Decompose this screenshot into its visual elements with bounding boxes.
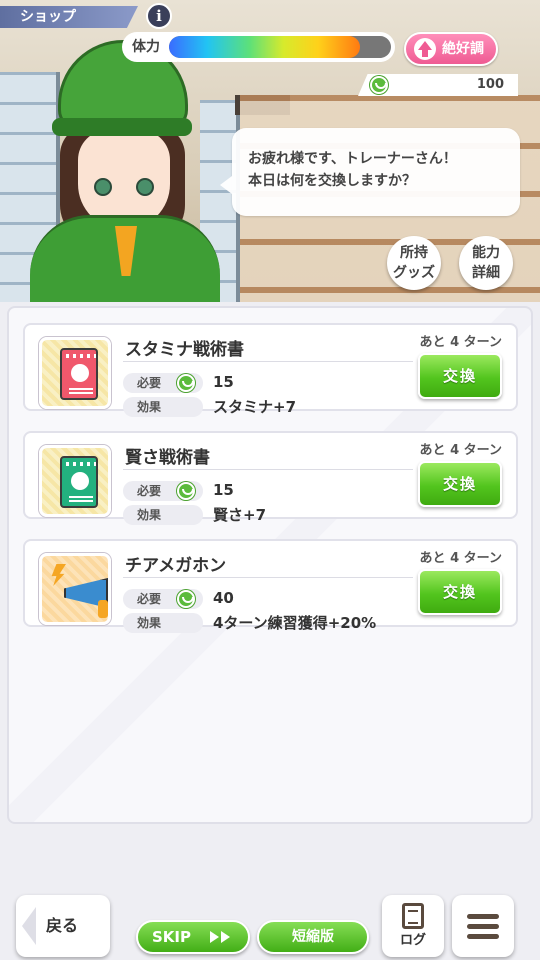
coin-count: 100 bbox=[476, 77, 504, 92]
shopkeeper-character bbox=[30, 30, 220, 302]
green-book-icon bbox=[60, 456, 98, 508]
speech-bubble: お疲れ様です、トレーナーさん！ 本日は何を交換しますか？ bbox=[220, 128, 520, 216]
coin-icon bbox=[177, 590, 195, 608]
skip-label: SKIP bbox=[152, 928, 192, 946]
turns-left: あと 4 ターン bbox=[419, 443, 502, 458]
ability-label-2: 詳細 bbox=[472, 265, 500, 281]
menu-icon-bar bbox=[467, 914, 499, 919]
divider bbox=[123, 577, 413, 578]
info-icon[interactable]: i bbox=[146, 3, 172, 29]
coin-icon bbox=[177, 374, 195, 392]
character-eye bbox=[94, 178, 112, 196]
log-document-icon bbox=[402, 903, 424, 929]
turns-left: あと 4 ターン bbox=[419, 335, 502, 350]
exchange-button[interactable]: 交換 bbox=[418, 461, 502, 507]
shop-scene: ショップ i 体力 絶好調 100 お疲れ様です、トレーナーさん！ 本日は何を交… bbox=[0, 0, 540, 302]
dialogue-line-2: 本日は何を交換しますか？ bbox=[248, 173, 416, 189]
cost-value: 15 bbox=[213, 481, 234, 499]
red-book-icon bbox=[60, 348, 98, 400]
shop-item: 賢さ戦術書 あと 4 ターン 必要 15 効果 賢さ+7 交換 bbox=[23, 431, 518, 525]
skip-button[interactable]: SKIP bbox=[136, 920, 250, 954]
effect-label: 効果 bbox=[123, 397, 203, 417]
effect-value: スタミナ+7 bbox=[213, 398, 297, 416]
cost-label: 必要 bbox=[123, 373, 203, 393]
character-cap-band bbox=[52, 118, 192, 136]
mood-badge[interactable]: 絶好調 bbox=[404, 32, 498, 66]
book-lines bbox=[69, 496, 93, 502]
book-rings bbox=[66, 354, 96, 358]
cost-label: 必要 bbox=[123, 481, 203, 501]
effect-label: 効果 bbox=[123, 505, 203, 525]
fast-forward-icon bbox=[210, 931, 234, 943]
cost-text: 必要 bbox=[137, 592, 162, 606]
item-thumbnail bbox=[39, 445, 111, 517]
divider bbox=[123, 469, 413, 470]
bolt-icon bbox=[51, 564, 66, 586]
graduation-cap-mark-icon bbox=[71, 472, 89, 490]
ability-details-button[interactable]: 能力 詳細 bbox=[459, 236, 513, 290]
cost-text: 必要 bbox=[137, 484, 162, 498]
dialogue-line-1: お疲れ様です、トレーナーさん！ bbox=[248, 151, 457, 167]
cost-label: 必要 bbox=[123, 589, 203, 609]
item-name: チアメガホン bbox=[125, 556, 227, 576]
menu-icon-bar bbox=[467, 934, 499, 939]
turns-left: あと 4 ターン bbox=[419, 551, 502, 566]
heart-mark-icon bbox=[71, 364, 89, 382]
exchange-button[interactable]: 交換 bbox=[418, 353, 502, 399]
book-rings bbox=[66, 462, 96, 466]
stamina-bar bbox=[165, 32, 395, 62]
mood-up-arrow-icon bbox=[414, 38, 436, 60]
stamina-track bbox=[169, 36, 391, 58]
item-name: 賢さ戦術書 bbox=[125, 448, 210, 468]
effect-label: 効果 bbox=[123, 613, 203, 633]
item-name: スタミナ戦術書 bbox=[125, 340, 244, 360]
shop-item: スタミナ戦術書 あと 4 ターン 必要 15 効果 スタミナ+7 交換 bbox=[23, 323, 518, 417]
menu-button[interactable] bbox=[452, 895, 514, 957]
cost-value: 40 bbox=[213, 589, 234, 607]
ability-label-1: 能力 bbox=[472, 245, 500, 261]
log-button[interactable]: ログ bbox=[382, 895, 444, 957]
coin-balance: 100 bbox=[358, 74, 518, 96]
owned-goods-label-2: グッズ bbox=[393, 265, 435, 281]
short-version-button[interactable]: 短縮版 bbox=[257, 920, 369, 954]
character-eye bbox=[136, 178, 154, 196]
megaphone-handle bbox=[98, 600, 108, 618]
log-label: ログ bbox=[399, 933, 426, 948]
item-thumbnail bbox=[39, 337, 111, 409]
owned-goods-button[interactable]: 所持 グッズ bbox=[387, 236, 441, 290]
effect-value: 賢さ+7 bbox=[213, 506, 267, 524]
coin-icon bbox=[177, 482, 195, 500]
menu-icon-bar bbox=[467, 924, 499, 929]
effect-value: 4ターン練習獲得+20% bbox=[213, 614, 377, 632]
back-button[interactable]: 戻る bbox=[16, 895, 110, 957]
owned-goods-label-1: 所持 bbox=[400, 245, 428, 261]
divider bbox=[123, 361, 413, 362]
item-thumbnail bbox=[39, 553, 111, 625]
book-lines bbox=[69, 388, 93, 394]
cost-text: 必要 bbox=[137, 376, 162, 390]
stamina-fill bbox=[169, 36, 360, 58]
back-label: 戻る bbox=[46, 916, 79, 935]
screen-title: ショップ bbox=[0, 6, 138, 28]
exchange-button[interactable]: 交換 bbox=[418, 569, 502, 615]
shop-item: チアメガホン あと 4 ターン 必要 40 効果 4ターン練習獲得+20% 交換 bbox=[23, 539, 518, 633]
mood-label: 絶好調 bbox=[442, 41, 484, 57]
cost-value: 15 bbox=[213, 373, 234, 391]
coin-icon bbox=[370, 76, 388, 94]
